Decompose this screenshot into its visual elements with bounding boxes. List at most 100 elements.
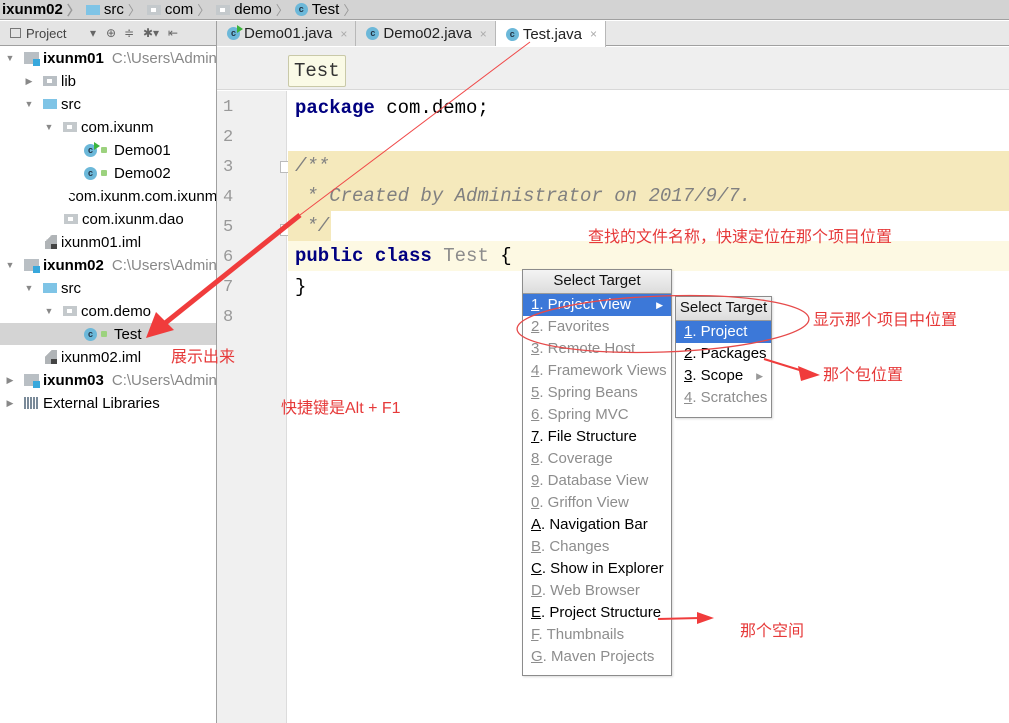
menu-item-scratches[interactable]: 4. Scratches xyxy=(676,387,771,409)
tree-node-ixunm01[interactable]: ▼ ixunm01 C:\Users\Admin xyxy=(0,47,217,69)
crumb-label: src xyxy=(103,1,124,18)
annotation-shown: 展示出来 xyxy=(171,347,236,366)
class-name: Test xyxy=(443,245,489,267)
tab-test[interactable]: c Test.java × xyxy=(495,21,607,47)
crumb-com[interactable]: com 〉 xyxy=(145,0,214,20)
menu-item-navigation-bar[interactable]: A. Navigation Bar xyxy=(523,514,671,536)
expand-arrow-icon[interactable]: ▼ xyxy=(44,122,54,132)
package-icon xyxy=(146,4,161,15)
crumb-demo[interactable]: demo 〉 xyxy=(214,0,293,20)
expand-arrow-icon[interactable]: ▶ xyxy=(24,76,34,87)
tree-node-src[interactable]: ▼ src xyxy=(0,277,216,299)
project-tree: ▼ ixunm01 C:\Users\Admin ▶ lib ▼ src ▼ c… xyxy=(0,46,217,723)
annotation-shortcut: 快捷键是Alt + F1 xyxy=(281,400,401,417)
line-number: 4 xyxy=(223,188,234,207)
tree-node-com-ixunm-com-ixunm[interactable]: com.ixunm.com.ixunm xyxy=(0,185,217,207)
menu-item-web-browser[interactable]: D. Web Browser xyxy=(523,580,671,602)
editor-gutter xyxy=(217,91,287,723)
submenu-arrow-icon: ▶ xyxy=(656,300,663,310)
keyword: public xyxy=(295,245,364,267)
menu-item-label: . Web Browser xyxy=(541,582,640,599)
menu-item-remote-host[interactable]: 3. Remote Host xyxy=(523,338,671,360)
tree-node-lib[interactable]: ▶ lib xyxy=(0,70,216,92)
tree-node-com-ixunm[interactable]: ▼ com.ixunm xyxy=(0,116,216,138)
node-label: com.demo xyxy=(81,302,152,320)
crumb-test[interactable]: c Test 〉 xyxy=(293,0,361,20)
annotation-project-position: 显示那个项目中位置 xyxy=(813,310,958,329)
tree-node-ixunm02[interactable]: ▼ ixunm02 C:\Users\Admin xyxy=(0,254,216,276)
line-number: 1 xyxy=(223,98,234,117)
module-file-icon xyxy=(45,350,57,364)
menu-item-project[interactable]: 1. Project xyxy=(676,321,771,343)
project-view-selector[interactable]: Project xyxy=(26,26,84,41)
node-label: Demo02 xyxy=(114,164,171,182)
menu-item-scope[interactable]: 3. Scope ▶ xyxy=(676,365,771,387)
view-dropdown-icon[interactable]: ▾ xyxy=(84,26,102,40)
crumb-module[interactable]: ixunm02 〉 xyxy=(0,0,84,20)
line-number: 8 xyxy=(223,308,234,327)
menu-item-spring-mvc[interactable]: 6. Spring MVC xyxy=(523,404,671,426)
menu-item-maven-projects[interactable]: G. Maven Projects xyxy=(523,646,671,668)
menu-item-coverage[interactable]: 8. Coverage xyxy=(523,448,671,470)
expand-arrow-icon[interactable]: ▶ xyxy=(5,375,15,386)
settings-gear-icon[interactable]: ✱▾ xyxy=(138,26,164,40)
annotation-package-position: 那个包位置 xyxy=(823,365,904,384)
menu-item-spring-beans[interactable]: 5. Spring Beans xyxy=(523,382,671,404)
node-label: Test xyxy=(114,325,142,343)
access-lock-icon xyxy=(101,147,107,153)
tab-demo02[interactable]: c Demo02.java × xyxy=(356,21,496,46)
menu-item-project-view[interactable]: 1. Project View ▶ xyxy=(523,294,671,316)
expand-arrow-icon[interactable]: ▼ xyxy=(24,283,34,293)
package-icon xyxy=(63,122,77,132)
module-icon xyxy=(24,52,40,66)
crumb-src[interactable]: src 〉 xyxy=(84,0,145,20)
crumb-label: com xyxy=(164,1,194,18)
chevron-right-icon: 〉 xyxy=(343,3,357,18)
close-icon[interactable]: × xyxy=(590,27,597,41)
expand-arrow-icon[interactable]: ▼ xyxy=(24,99,34,109)
folder-icon xyxy=(43,76,57,86)
runnable-class-icon: c xyxy=(227,25,243,40)
menu-item-show-in-explorer[interactable]: C. Show in Explorer xyxy=(523,558,671,580)
node-label: External Libraries xyxy=(43,394,160,412)
expand-arrow-icon[interactable]: ▼ xyxy=(5,260,15,270)
expand-arrow-icon[interactable]: ▼ xyxy=(5,53,15,63)
node-path: C:\Users\Admin xyxy=(111,49,217,67)
menu-item-framework-views[interactable]: 4. Framework Views xyxy=(523,360,671,382)
tree-node-demo01[interactable]: c Demo01 xyxy=(0,139,216,161)
tab-demo01[interactable]: c Demo01.java × xyxy=(217,21,357,46)
tree-node-src[interactable]: ▼ src xyxy=(0,93,216,115)
expand-arrow-icon[interactable]: ▶ xyxy=(5,398,15,409)
close-icon[interactable]: × xyxy=(340,27,347,41)
node-label: com.ixunm.dao xyxy=(82,210,184,228)
menu-item-label: . Project View xyxy=(539,296,631,313)
menu-item-packages[interactable]: 2. Packages xyxy=(676,343,771,365)
project-view-icon xyxy=(10,28,21,38)
expand-arrow-icon[interactable]: ▼ xyxy=(44,306,54,316)
tree-node-ixunm03[interactable]: ▶ ixunm03 C:\Users\Admin xyxy=(0,369,216,391)
select-target-popup: Select Target 1. Project View ▶ 2. Favorit… xyxy=(522,269,672,676)
mnemonic: A xyxy=(531,516,542,533)
tree-node-test[interactable]: c Test xyxy=(0,323,216,345)
hide-panel-icon[interactable]: ⇤ xyxy=(164,26,182,40)
menu-item-database-view[interactable]: 9. Database View xyxy=(523,470,671,492)
tree-node-ixunm01-iml[interactable]: ixunm01.iml xyxy=(0,231,216,253)
menu-item-griffon-view[interactable]: 0. Griffon View xyxy=(523,492,671,514)
menu-item-changes[interactable]: B. Changes xyxy=(523,536,671,558)
menu-item-thumbnails[interactable]: F. Thumbnails xyxy=(523,624,671,646)
line-number: 2 xyxy=(223,128,234,147)
close-icon[interactable]: × xyxy=(480,27,487,41)
tree-node-com-ixunm-dao[interactable]: com.ixunm.dao xyxy=(0,208,216,230)
tree-node-com-demo[interactable]: ▼ com.demo xyxy=(0,300,216,322)
tree-node-demo02[interactable]: c Demo02 xyxy=(0,162,216,184)
collapse-all-icon[interactable]: ≑ xyxy=(120,26,138,40)
menu-item-project-structure[interactable]: E. Project Structure xyxy=(523,602,671,624)
menu-item-favorites[interactable]: 2. Favorites xyxy=(523,316,671,338)
tree-node-external-libraries[interactable]: ▶ External Libraries xyxy=(0,392,216,414)
scroll-from-source-icon[interactable]: ⊕ xyxy=(102,26,120,40)
line-number: 7 xyxy=(223,278,234,297)
editor-breadcrumb-test[interactable]: Test xyxy=(288,55,346,87)
navigation-bar: ixunm02 〉 src 〉 com 〉 demo 〉 c Test 〉 xyxy=(0,0,1009,20)
menu-item-file-structure[interactable]: 7. File Structure xyxy=(523,426,671,448)
node-label: com.ixunm.com.ixunm xyxy=(68,187,217,205)
